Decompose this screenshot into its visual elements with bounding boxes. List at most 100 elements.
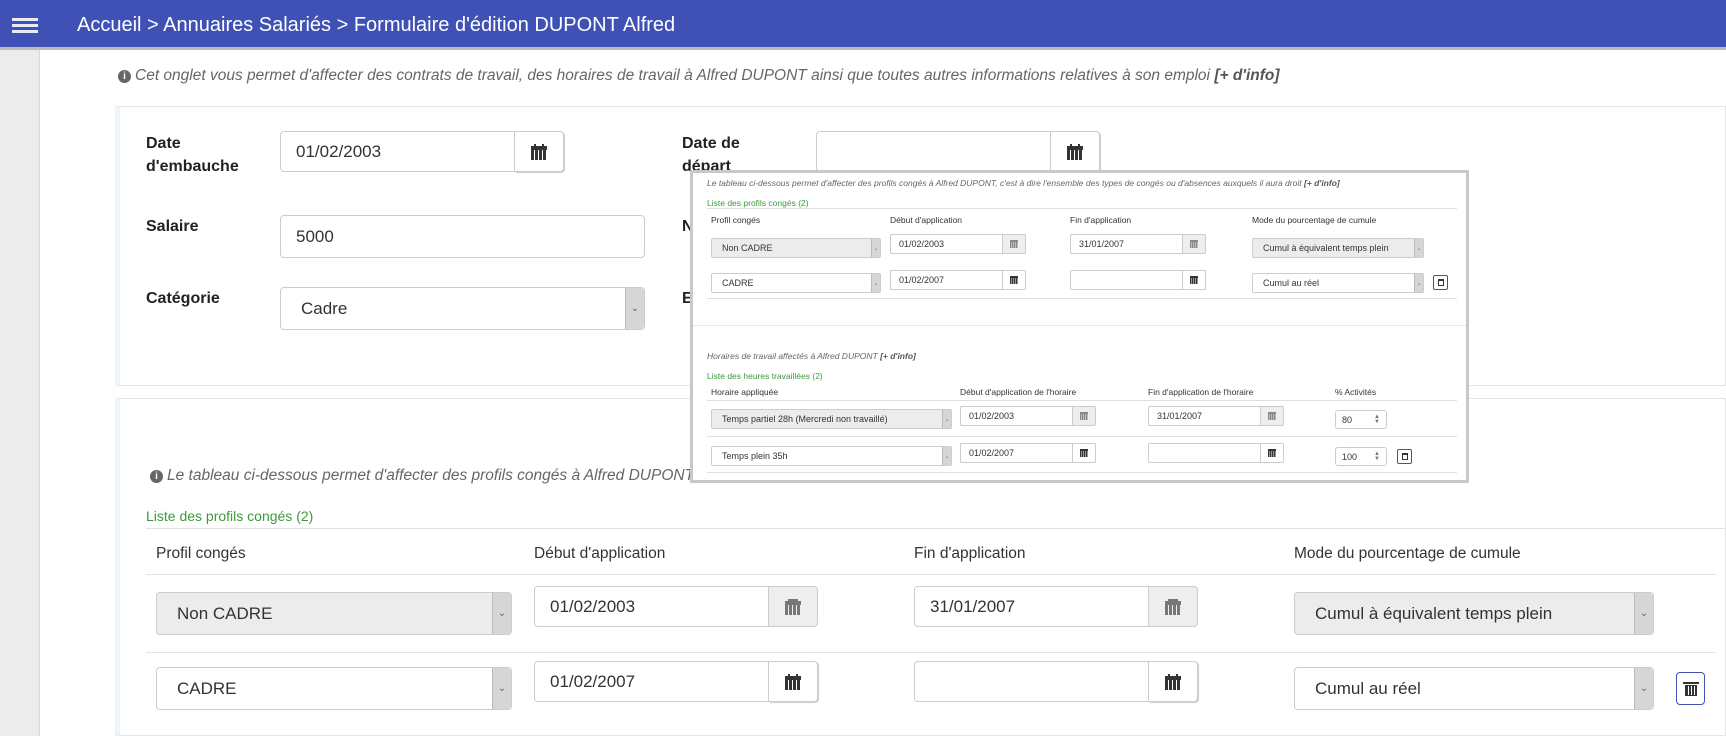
inset-profil-select[interactable]: CADRE ⌄ [711,273,881,293]
inset-calendar-button[interactable] [1003,234,1026,254]
conges-list-title: Liste des profils congés (2) [146,508,314,524]
inset-conges-info: Le tableau ci-dessous permet d'affecter … [707,178,1340,188]
categorie-label: Catégorie [146,290,220,307]
spinner-icon: ▲ ▼ [1374,451,1380,462]
inset-calendar-button[interactable] [1003,270,1026,290]
spinner-icon: ▲ ▼ [1374,414,1380,425]
calendar-icon [1080,449,1088,457]
calendar-icon [1165,598,1181,615]
inset-debut-input[interactable]: 01/02/2007 [890,270,1003,290]
inset-debut-input[interactable]: 01/02/2007 [960,443,1073,463]
inset-col: Fin d'application de l'horaire [1148,387,1254,397]
info-icon: i [118,70,131,83]
inset-col: Mode du pourcentage de cumule [1252,215,1377,225]
more-info-link[interactable]: [+ d'info] [1214,67,1279,84]
debut-calendar-button[interactable] [769,661,818,702]
date-embauche-input[interactable]: 01/02/2003 [280,131,515,172]
profil-select[interactable]: Non CADRE ⌄ [156,592,512,635]
inset-horaire-select[interactable]: Temps plein 35h ⌄ [711,446,952,466]
inset-horaires-info: Horaires de travail affectés à Alfred DU… [707,351,916,361]
inset-horaires-list-title: Liste des heures travaillées (2) [707,371,823,381]
divider [146,528,1726,529]
inset-col: Début d'application de l'horaire [960,387,1077,397]
fin-input[interactable]: 31/01/2007 [914,586,1149,627]
inset-calendar-button[interactable] [1073,406,1096,426]
divider [707,436,1457,437]
fin-input[interactable] [914,661,1149,702]
salaire-input[interactable]: 5000 [280,215,645,258]
delete-row-button[interactable] [1676,672,1705,705]
fin-calendar-button[interactable] [1149,586,1198,627]
inset-delete-button[interactable] [1433,275,1448,290]
divider [707,208,1457,209]
trash-icon [1682,681,1699,696]
breadcrumb: Accueil > Annuaires Salariés > Formulair… [77,14,676,36]
inset-debut-input[interactable]: 01/02/2003 [960,406,1073,426]
inset-horaire-select[interactable]: Temps partiel 28h (Mercredi non travaill… [711,409,952,429]
inset-profil-select[interactable]: Non CADRE ⌄ [711,238,881,258]
inset-delete-button[interactable] [1397,449,1412,464]
inset-debut-input[interactable]: 01/02/2003 [890,234,1003,254]
inset-col: Horaire appliquée [711,387,779,397]
inset-fin-input[interactable]: 31/01/2007 [1070,234,1183,254]
hamburger-icon[interactable] [12,18,38,34]
inset-col: Début d'application [890,215,963,225]
inset-mode-select[interactable]: Cumul à équivalent temps plein ⌄ [1252,238,1424,258]
inset-more-info-link[interactable]: [+ d'info] [1304,178,1340,188]
calendar-icon [531,143,547,160]
divider [707,298,1457,299]
inset-activite-input[interactable]: 80 ▲ ▼ [1335,410,1387,429]
chevron-down-icon: ⌄ [1634,668,1653,709]
col-mode-cumule: Mode du pourcentage de cumule [1294,545,1521,562]
debut-input[interactable]: 01/02/2003 [534,586,769,627]
debut-input[interactable]: 01/02/2007 [534,661,769,702]
info-icon: i [150,470,163,483]
divider [146,652,1716,653]
fin-calendar-button[interactable] [1149,661,1198,702]
inset-fin-input[interactable] [1070,270,1183,290]
calendar-icon [1067,143,1083,160]
date-depart-calendar-button[interactable] [1051,131,1100,172]
calendar-icon [1268,412,1276,420]
trash-icon [1437,279,1444,286]
mode-select[interactable]: Cumul au réel ⌄ [1294,667,1654,710]
calendar-icon [1268,449,1276,457]
divider [707,472,1457,473]
categorie-value: Cadre [301,298,348,318]
inset-calendar-button[interactable] [1183,270,1206,290]
calendar-icon [1010,240,1018,248]
chevron-down-icon: ⌄ [1634,593,1653,634]
inset-mode-select[interactable]: Cumul au réel ⌄ [1252,273,1424,293]
inset-conges-list-title: Liste des profils congés (2) [707,198,809,208]
calendar-icon [785,598,801,615]
debut-calendar-button[interactable] [769,586,818,627]
inset-activite-input[interactable]: 100 ▲ ▼ [1335,447,1387,466]
profil-select[interactable]: CADRE ⌄ [156,667,512,710]
calendar-icon [1190,240,1198,248]
categorie-select[interactable]: Cadre ⌄ [280,287,645,330]
inset-calendar-button[interactable] [1183,234,1206,254]
trash-icon [1401,453,1408,460]
inset-calendar-button[interactable] [1261,406,1284,426]
calendar-icon [1080,412,1088,420]
divider [707,400,1457,401]
calendar-icon [1165,673,1181,690]
col-debut-application: Début d'application [534,545,666,562]
col-fin-application: Fin d'application [914,545,1026,562]
date-embauche-calendar-button[interactable] [515,131,564,172]
date-depart-input[interactable] [816,131,1051,172]
inset-calendar-button[interactable] [1261,443,1284,463]
inset-more-info-link[interactable]: [+ d'info] [880,351,916,361]
calendar-icon [785,673,801,690]
conges-info: i Le tableau ci-dessous permet d'affecter… [150,467,733,485]
mode-select[interactable]: Cumul à équivalent temps plein ⌄ [1294,592,1654,635]
inset-fin-input[interactable] [1148,443,1261,463]
inset-fin-input[interactable]: 31/01/2007 [1148,406,1261,426]
inset-calendar-button[interactable] [1073,443,1096,463]
inset-col: % Activités [1335,387,1377,397]
date-embauche-label: Date d'embauche [146,135,239,175]
col-profil-conges: Profil congés [156,545,246,562]
sidebar [0,50,40,736]
intro-message: Cet onglet vous permet d'affecter des co… [135,67,1210,84]
preview-inset: Le tableau ci-dessous permet d'affecter … [690,170,1469,483]
